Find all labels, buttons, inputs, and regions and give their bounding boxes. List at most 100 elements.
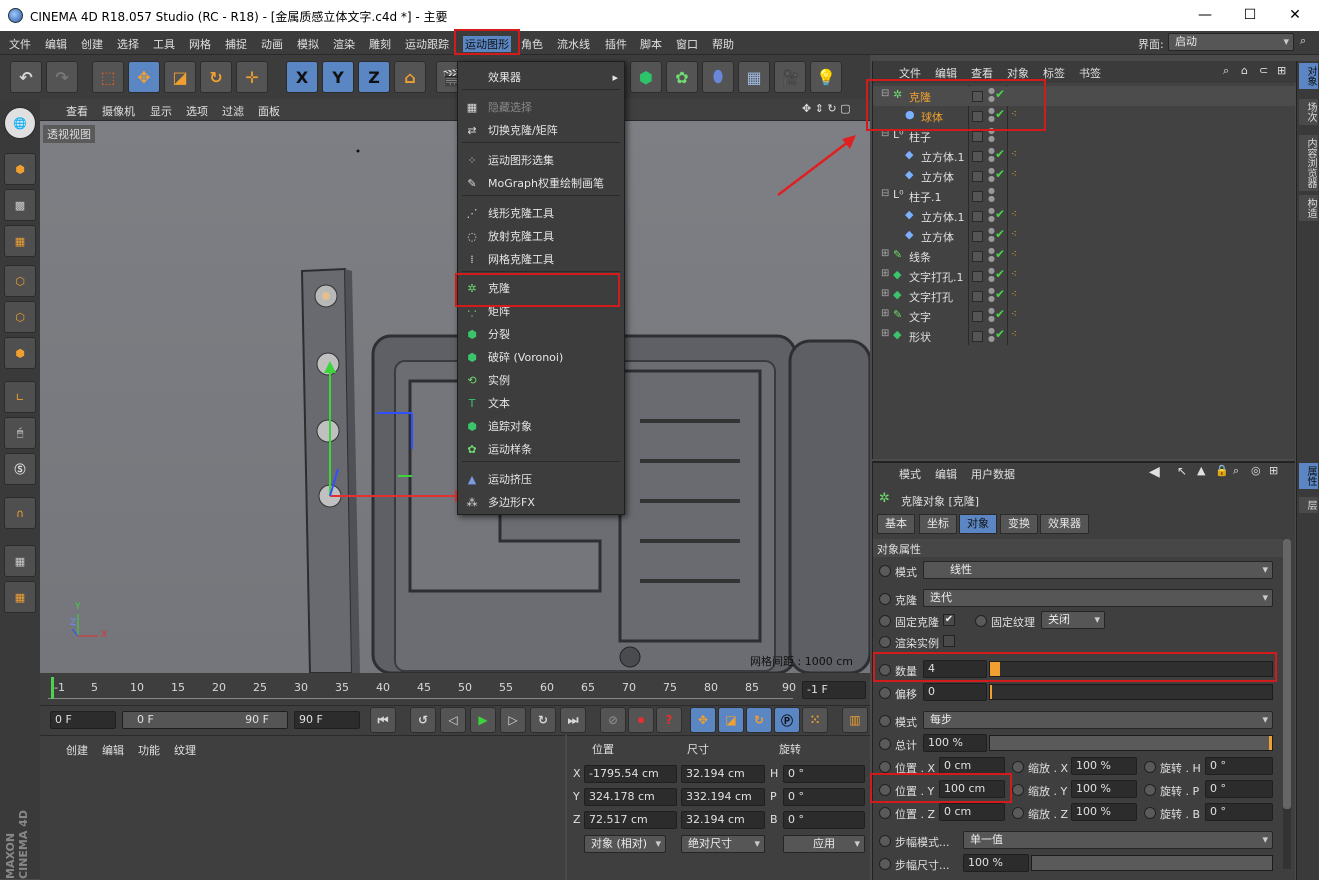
object-name[interactable]: 线条: [909, 249, 931, 265]
enabled-check-icon[interactable]: ✔: [995, 207, 1005, 221]
coord-pos-x[interactable]: -1795.54 cm: [584, 765, 677, 783]
vp-menu-display[interactable]: 显示: [150, 103, 172, 119]
object-row[interactable]: ◆ 立方体.1 ● ● ✔ ⁖: [873, 146, 1296, 166]
camera-icon[interactable]: 🎥: [774, 61, 806, 93]
dropdown-item-matrix[interactable]: ⁛ 矩阵: [458, 300, 624, 323]
lock-icon[interactable]: 🔒: [1215, 464, 1229, 477]
menu-simulate[interactable]: 模拟: [297, 36, 319, 52]
total-field[interactable]: 100 %: [923, 734, 987, 752]
fix-clone-checkbox[interactable]: ✔: [943, 614, 955, 626]
enabled-check-icon[interactable]: ✔: [995, 267, 1005, 281]
dropdown-item-cloner[interactable]: ✲ 克隆: [458, 277, 624, 300]
back-arrow-icon[interactable]: ◀: [1149, 464, 1160, 480]
expand-toggle-icon[interactable]: ⊞: [881, 268, 889, 279]
anim-dot[interactable]: [879, 761, 891, 773]
layer-icon[interactable]: [972, 271, 983, 282]
object-name[interactable]: 立方体.1: [921, 149, 965, 165]
object-name[interactable]: 克隆: [909, 89, 931, 105]
anim-dot[interactable]: [1012, 807, 1024, 819]
menu-select[interactable]: 选择: [117, 36, 139, 52]
expand-toggle-icon[interactable]: ⊟: [881, 128, 889, 139]
visibility-dots-icon[interactable]: ● ●: [988, 307, 995, 323]
step-mode-select[interactable]: 每步: [923, 711, 1273, 729]
points-mode-icon[interactable]: ⬡: [4, 265, 36, 297]
object-row[interactable]: ⊞ ◆ 文字打孔.1 ● ● ✔ ⁖: [873, 266, 1296, 286]
expand-toggle-icon[interactable]: ⊞: [881, 248, 889, 259]
key-pla-icon[interactable]: ⁙: [802, 707, 828, 733]
deformer-icon[interactable]: ⬮: [702, 61, 734, 93]
attr-menu-mode[interactable]: 模式: [899, 466, 921, 482]
object-name[interactable]: 文字打孔: [909, 289, 953, 305]
anim-dot[interactable]: [879, 664, 891, 676]
menu-script[interactable]: 脚本: [640, 36, 662, 52]
offset-slider[interactable]: [989, 684, 1273, 700]
expand-toggle-icon[interactable]: ⊟: [881, 188, 889, 199]
coord-pos-z[interactable]: 72.517 cm: [584, 811, 677, 829]
tweak-mode-icon[interactable]: 🖱: [4, 417, 36, 449]
polygons-mode-icon[interactable]: ⬢: [4, 337, 36, 369]
menu-edit[interactable]: 编辑: [45, 36, 67, 52]
menu-pipeline[interactable]: 流水线: [557, 36, 590, 52]
coord-size-y[interactable]: 332.194 cm: [681, 788, 765, 806]
pointer-icon[interactable]: ▲: [1197, 464, 1205, 477]
dropdown-item-voronoi[interactable]: ⬢ 破碎 (Voronoi): [458, 346, 624, 369]
cube-primitive-icon[interactable]: ⬢: [630, 61, 662, 93]
vtab-layers[interactable]: 层: [1299, 497, 1318, 513]
menu-snap[interactable]: 捕捉: [225, 36, 247, 52]
anim-dot[interactable]: [1144, 807, 1156, 819]
object-row[interactable]: ⊟ L⁰ 柱子.1 ● ●: [873, 186, 1296, 206]
dropdown-item-mospline[interactable]: ✿ 运动样条: [458, 438, 624, 461]
obj-link-icon[interactable]: ⊂: [1259, 64, 1268, 77]
menu-mesh[interactable]: 网格: [189, 36, 211, 52]
coord-pos-y[interactable]: 324.178 cm: [584, 788, 677, 806]
anim-dot[interactable]: [879, 784, 891, 796]
object-name[interactable]: 球体: [921, 109, 943, 125]
mode-select[interactable]: 线性: [923, 561, 1273, 579]
vp-menu-view[interactable]: 查看: [66, 103, 88, 119]
rot-p-field[interactable]: 0 °: [1205, 780, 1273, 798]
viewport-nav-icons[interactable]: ✥ ⇕ ↻ ▢: [802, 102, 851, 115]
anim-dot[interactable]: [1144, 761, 1156, 773]
obj-menu-view[interactable]: 查看: [971, 65, 993, 81]
dropdown-item-tracer[interactable]: ⬢ 追踪对象: [458, 415, 624, 438]
anim-dot[interactable]: [1012, 784, 1024, 796]
visibility-dots-icon[interactable]: ● ●: [988, 207, 995, 223]
phong-tag-icon[interactable]: ⁖: [1011, 229, 1025, 243]
coord-rot-p[interactable]: 0 °: [783, 788, 865, 806]
vtab-takes[interactable]: 场次: [1299, 99, 1318, 125]
layer-icon[interactable]: [972, 231, 983, 242]
enabled-check-icon[interactable]: ✔: [995, 87, 1005, 101]
subdivision-icon[interactable]: ✿: [666, 61, 698, 93]
offset-field[interactable]: 0: [923, 683, 987, 701]
key-parameter-icon[interactable]: Ⓟ: [774, 707, 800, 733]
prev-frame-icon[interactable]: ◁: [440, 707, 466, 733]
vtab-objects[interactable]: 对象: [1299, 63, 1318, 89]
coord-size-mode-select[interactable]: 绝对尺寸: [681, 835, 765, 853]
close-button[interactable]: ✕: [1272, 0, 1318, 31]
dropdown-item-toggle-clone[interactable]: ⇄ 切换克隆/矩阵: [458, 119, 624, 142]
menu-animate[interactable]: 动画: [261, 36, 283, 52]
object-row[interactable]: ◆ 立方体.1 ● ● ✔ ⁖: [873, 206, 1296, 226]
preview-range-slider[interactable]: 0 F 90 F: [122, 711, 288, 729]
floor-icon[interactable]: ▦: [738, 61, 770, 93]
expand-toggle-icon[interactable]: ⊞: [881, 328, 889, 339]
vtab-attributes[interactable]: 属性: [1299, 463, 1318, 489]
visibility-dots-icon[interactable]: ● ●: [988, 107, 995, 123]
enabled-check-icon[interactable]: ✔: [995, 307, 1005, 321]
tab-coord[interactable]: 坐标: [919, 514, 957, 534]
enabled-check-icon[interactable]: ✔: [995, 327, 1005, 341]
start-frame-field[interactable]: 0 F: [50, 711, 116, 729]
enabled-check-icon[interactable]: ✔: [995, 247, 1005, 261]
next-key-icon[interactable]: ↻: [530, 707, 556, 733]
object-name[interactable]: 形状: [909, 329, 931, 345]
visibility-dots-icon[interactable]: ● ●: [988, 187, 995, 203]
rot-h-field[interactable]: 0 °: [1205, 757, 1273, 775]
scale-x-field[interactable]: 100 %: [1071, 757, 1137, 775]
clone-mode-select[interactable]: 迭代: [923, 589, 1273, 607]
key-rotation-icon[interactable]: ↻: [746, 707, 772, 733]
coordinate-system-icon[interactable]: ⌂: [394, 61, 426, 93]
coord-size-x[interactable]: 32.194 cm: [681, 765, 765, 783]
coord-size-z[interactable]: 32.194 cm: [681, 811, 765, 829]
tab-effectors[interactable]: 效果器: [1040, 514, 1089, 534]
obj-home-icon[interactable]: ⌂: [1241, 64, 1248, 77]
